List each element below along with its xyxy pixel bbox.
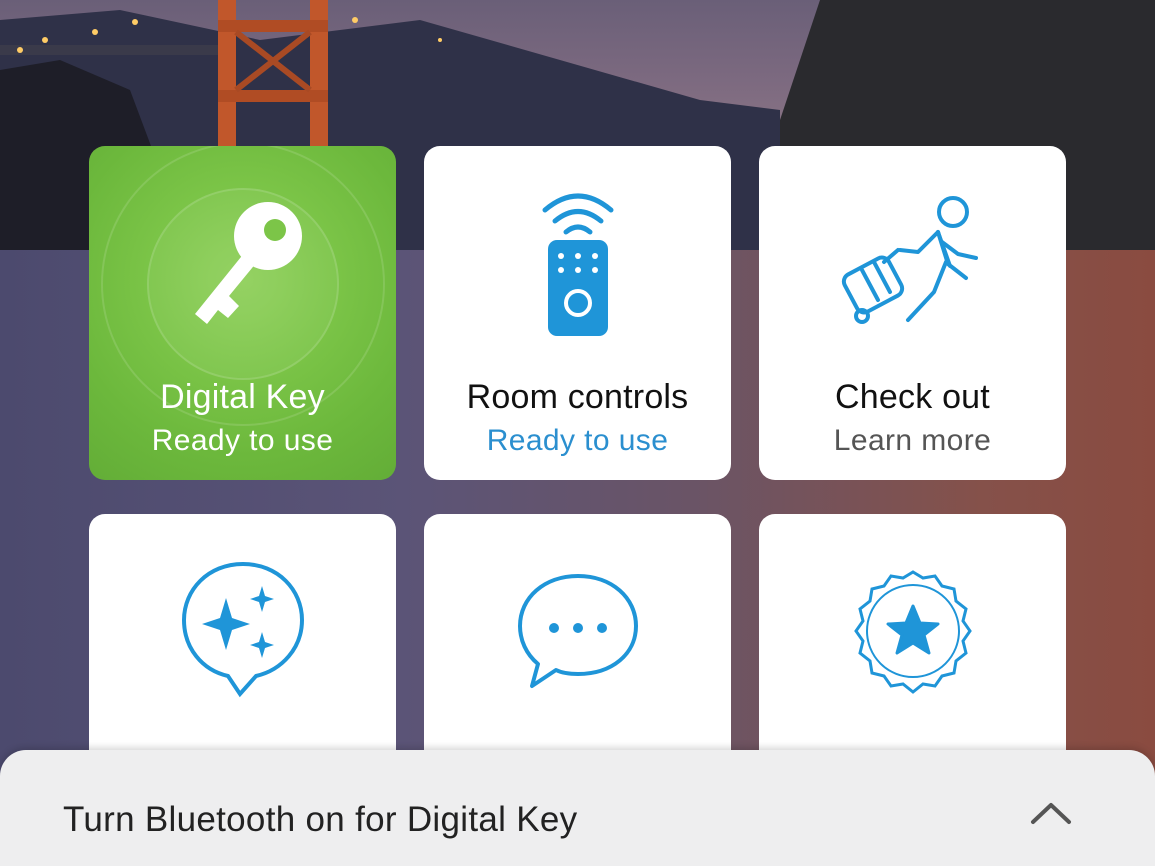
room-controls-tile[interactable]: Room controls Ready to use [424, 146, 731, 480]
chat-tile[interactable] [424, 514, 731, 764]
chevron-up-icon[interactable] [1027, 796, 1075, 830]
bluetooth-banner-text: Turn Bluetooth on for Digital Key [63, 800, 578, 839]
tile-title: Room controls [466, 378, 689, 416]
tile-status: Ready to use [486, 424, 669, 457]
chat-bubble-icon [517, 574, 638, 688]
remote-control-icon [542, 193, 613, 336]
key-icon [194, 202, 302, 324]
tile-title: Digital Key [160, 378, 325, 416]
tile-title: Check out [835, 378, 990, 416]
digital-key-tile[interactable]: Digital Key Ready to use [89, 146, 396, 480]
tile-status: Ready to use [151, 424, 334, 457]
sparkle-chat-tile[interactable] [89, 514, 396, 764]
bridge-tower [218, 0, 328, 150]
check-out-tile[interactable]: Check out Learn more [759, 146, 1066, 480]
star-badge-icon [853, 570, 972, 694]
app-screen: Digital Key Ready to use Room controls R… [0, 0, 1155, 866]
sparkle-chat-icon [181, 561, 304, 698]
bluetooth-banner[interactable]: Turn Bluetooth on for Digital Key [0, 750, 1155, 866]
traveler-luggage-icon [841, 196, 978, 324]
rewards-tile[interactable] [759, 514, 1066, 764]
tile-status: Learn more [833, 424, 992, 457]
